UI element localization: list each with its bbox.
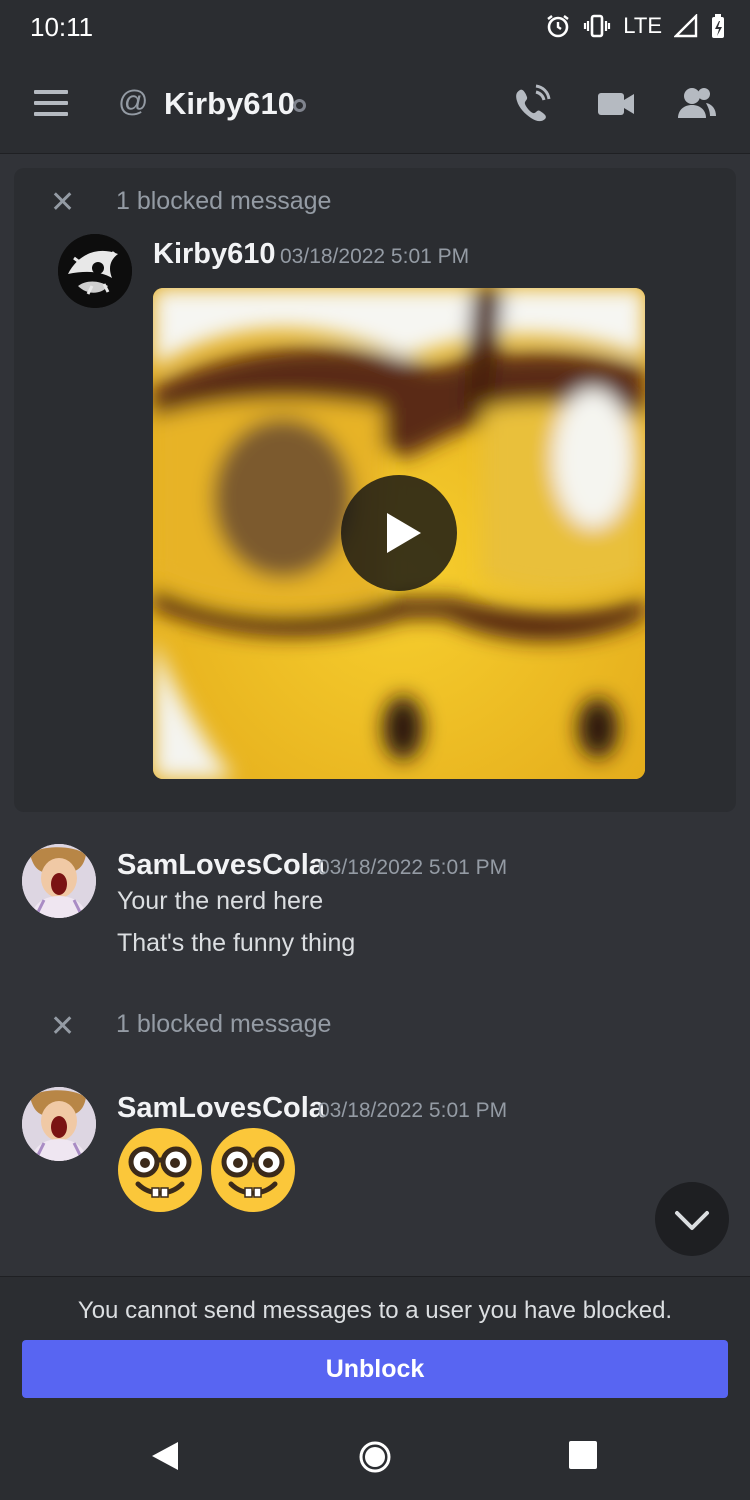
timestamp: 03/18/2022 5:01 PM (318, 856, 508, 879)
username[interactable]: Kirby610 (153, 238, 276, 271)
at-icon: @ (118, 85, 149, 118)
network-label: LTE (623, 13, 662, 38)
battery-icon (712, 14, 724, 38)
menu-icon[interactable] (34, 90, 68, 116)
back-icon[interactable] (150, 1440, 182, 1472)
timestamp: 03/18/2022 5:01 PM (280, 245, 470, 268)
members-icon[interactable] (676, 84, 718, 124)
status-icons: LTE (545, 10, 726, 42)
channel-header: @ Kirby610 (0, 52, 750, 154)
unblock-button[interactable]: Unblock (22, 1340, 728, 1398)
blocked-composer-area: You cannot send messages to a user you h… (0, 1276, 750, 1412)
offline-status-icon (293, 99, 306, 112)
status-time: 10:11 (30, 12, 94, 42)
nerd-face-emoji[interactable] (209, 1126, 297, 1214)
avatar[interactable] (22, 1087, 96, 1161)
blocked-notice-text: You cannot send messages to a user you h… (77, 1297, 673, 1324)
scroll-to-bottom-button[interactable] (655, 1182, 729, 1256)
play-icon[interactable] (341, 475, 457, 591)
home-icon[interactable] (358, 1440, 392, 1474)
voice-call-icon[interactable] (512, 84, 552, 124)
recents-icon[interactable] (568, 1440, 598, 1470)
username[interactable]: SamLovesCola (117, 1092, 325, 1125)
blocked-message-label[interactable]: 1 blocked message (116, 187, 331, 216)
system-nav-bar (0, 1412, 750, 1500)
nerd-face-emoji[interactable] (116, 1126, 204, 1214)
collapse-close-icon[interactable]: ✕ (50, 188, 75, 218)
channel-title: Kirby610 (164, 86, 295, 121)
video-call-icon[interactable] (596, 84, 636, 124)
alarm-icon (547, 15, 570, 38)
username[interactable]: SamLovesCola (117, 849, 325, 882)
vibrate-icon (584, 14, 611, 38)
signal-icon (674, 14, 698, 38)
timestamp: 03/18/2022 5:01 PM (318, 1099, 508, 1122)
video-attachment[interactable] (153, 288, 645, 779)
avatar[interactable] (22, 844, 96, 918)
avatar[interactable] (58, 234, 132, 308)
message-text: Your the nerd here (117, 887, 324, 915)
message-text: That's the funny thing (117, 929, 356, 957)
chevron-down-icon (675, 1211, 709, 1230)
status-bar: 10:11 LTE (0, 0, 750, 52)
blocked-message-card: ✕ 1 blocked message Kirby610 03/18/2022 … (14, 168, 736, 812)
blocked-message-label[interactable]: 1 blocked message (116, 1010, 331, 1039)
dismiss-icon[interactable]: ✕ (50, 1012, 75, 1042)
